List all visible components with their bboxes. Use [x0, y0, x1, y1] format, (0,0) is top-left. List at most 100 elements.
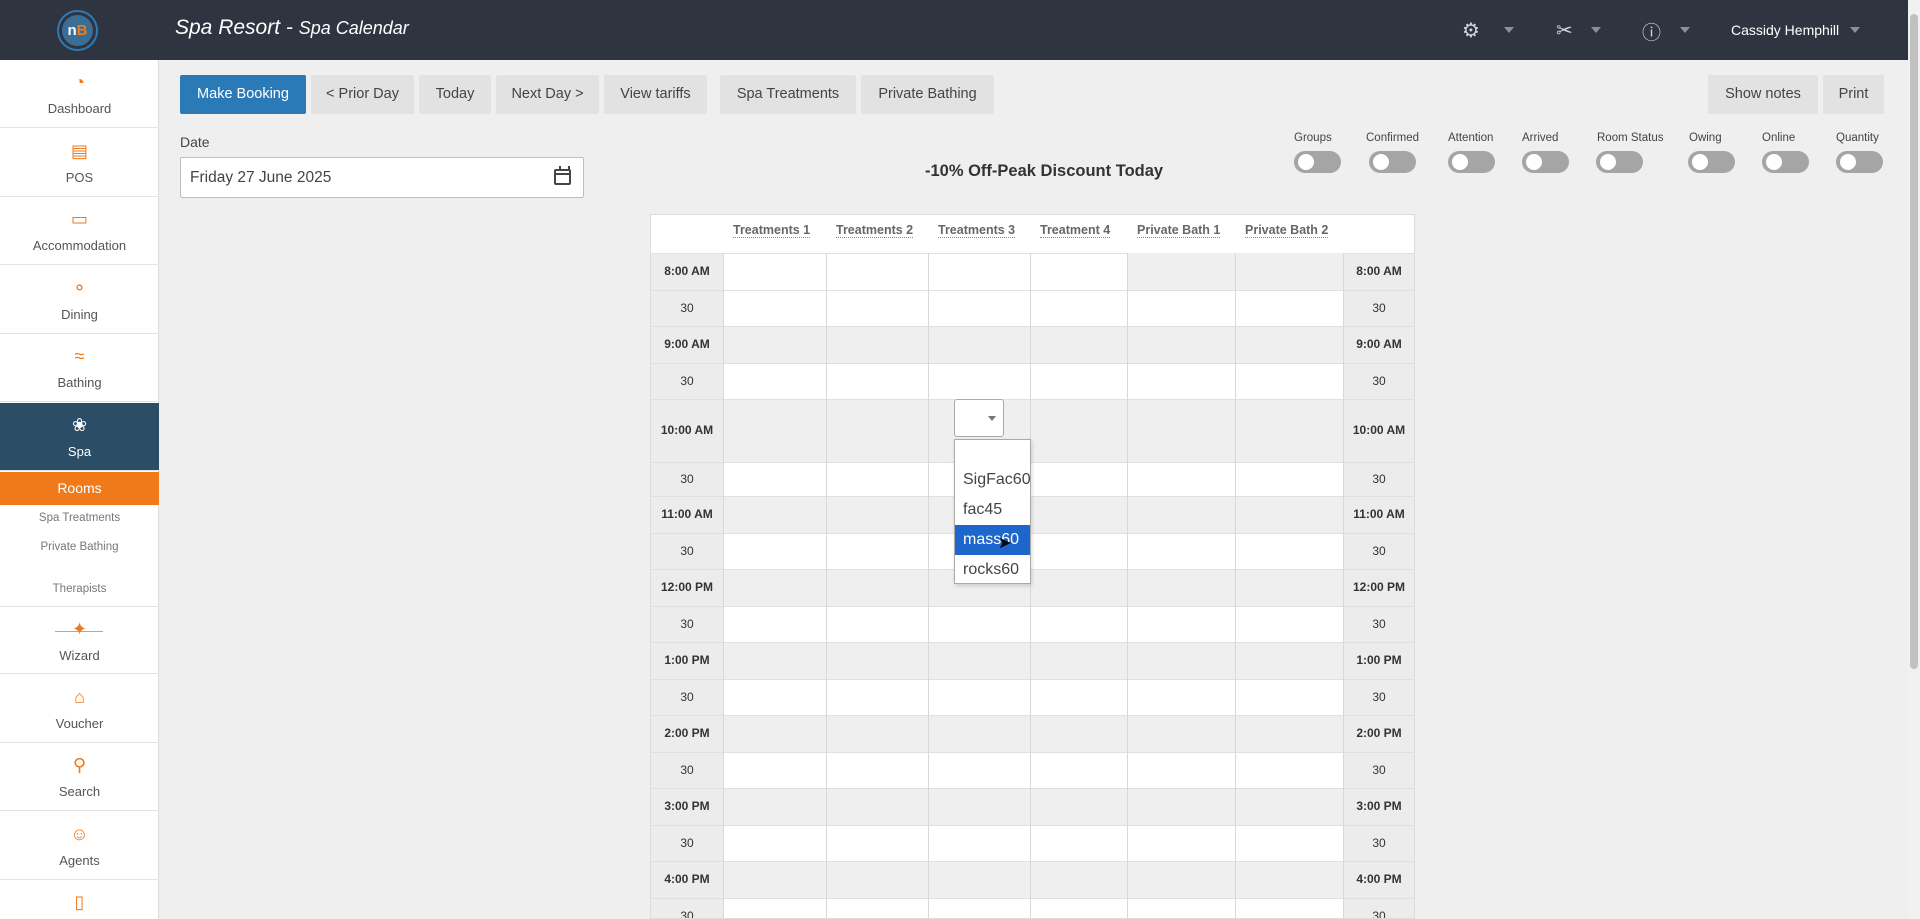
show-notes-button[interactable]: Show notes [1708, 75, 1818, 114]
calendar-row[interactable] [651, 606, 1414, 642]
sidebar-item-voucher[interactable]: ⌂ Voucher [0, 675, 159, 743]
mouse-pointer-icon: ➤ [998, 535, 1012, 552]
toggle-switch[interactable] [1762, 151, 1809, 173]
calendar-row[interactable] [651, 569, 1414, 606]
time-label: 30 [1343, 606, 1414, 642]
toggle-switch[interactable] [1688, 151, 1735, 173]
toggle-label: Owing [1689, 132, 1722, 144]
chevron-down-icon[interactable] [1591, 27, 1601, 33]
spa-treatments-button[interactable]: Spa Treatments [720, 75, 856, 114]
calendar-row[interactable] [651, 788, 1414, 825]
toggle-switch[interactable] [1369, 151, 1416, 173]
time-label: 30 [1343, 752, 1414, 788]
toggle-knob [1840, 154, 1856, 170]
sidebar-item-dining[interactable]: ⚬ Dining [0, 266, 159, 334]
column-header[interactable]: Private Bath 1 [1137, 223, 1221, 238]
grid-line [651, 399, 1414, 400]
sidebar-item-bathing[interactable]: ≈ Bathing [0, 334, 159, 402]
chevron-down-icon[interactable] [1850, 27, 1860, 33]
sidebar-item-pos[interactable]: ▤ POS [0, 129, 159, 197]
grid-line [1127, 253, 1128, 918]
calendar-row[interactable] [651, 825, 1414, 861]
calendar-row[interactable] [651, 679, 1414, 715]
treatment-select[interactable] [954, 399, 1004, 437]
dropdown-option-sigfac60[interactable]: SigFac60 [955, 465, 1031, 495]
toggle-knob [1452, 154, 1468, 170]
sidebar-subitem-therapists[interactable]: Therapists [0, 583, 159, 595]
calendar-row[interactable] [651, 326, 1414, 363]
app-logo[interactable]: nB [57, 10, 98, 51]
toggle-label: Confirmed [1366, 132, 1420, 144]
toggle-knob [1373, 154, 1389, 170]
date-field[interactable]: Friday 27 June 2025 [180, 157, 584, 198]
document-icon: ▯ [74, 892, 85, 912]
calendar-row[interactable] [651, 861, 1414, 898]
sidebar: ◔ Dashboard ▤ POS ▭ Accommodation ⚬ Dini… [0, 60, 159, 919]
calendar-row[interactable] [651, 496, 1414, 533]
grid-line [651, 606, 1414, 607]
calendar-row[interactable] [651, 399, 1414, 462]
sidebar-item-dashboard[interactable]: ◔ Dashboard [0, 60, 159, 128]
grid-line [651, 569, 1414, 570]
sidebar-item-accommodation[interactable]: ▭ Accommodation [0, 197, 159, 265]
grid-line [651, 290, 1414, 291]
calendar-row[interactable] [651, 462, 1414, 496]
column-header[interactable]: Treatments 2 [836, 223, 914, 238]
sidebar-item-search[interactable]: ⚲ Search [0, 743, 159, 811]
calendar-icon[interactable] [554, 166, 571, 185]
calendar-row[interactable] [651, 752, 1414, 788]
column-header[interactable]: Private Bath 2 [1245, 223, 1329, 238]
calendar-row[interactable] [651, 290, 1414, 326]
make-booking-button[interactable]: Make Booking [180, 75, 306, 114]
column-header[interactable]: Treatments 1 [733, 223, 811, 238]
today-button[interactable]: Today [419, 75, 491, 114]
sidebar-subitem-private-bathing[interactable]: Private Bathing [0, 541, 159, 553]
calendar-row[interactable] [651, 715, 1414, 752]
sidebar-subitem-rooms[interactable]: Rooms [0, 472, 159, 505]
view-tariffs-button[interactable]: View tariffs [604, 75, 707, 114]
toggle-knob [1600, 154, 1616, 170]
toggle-switch[interactable] [1522, 151, 1569, 173]
toggle-switch[interactable] [1294, 151, 1341, 173]
dropdown-option-mass60[interactable]: mass60 [955, 525, 1030, 555]
user-menu[interactable]: Cassidy Hemphill [1731, 22, 1839, 38]
register-icon: ▤ [70, 141, 88, 161]
grid-line [651, 462, 1414, 463]
next-day-button[interactable]: Next Day > [496, 75, 599, 114]
settings-icon[interactable]: ⚙ [1462, 18, 1480, 43]
calendar-row[interactable] [651, 363, 1414, 399]
time-label: 30 [1343, 533, 1414, 569]
help-icon[interactable]: ⓘ [1642, 18, 1661, 45]
time-label: 8:00 AM [651, 253, 723, 290]
toggle-switch[interactable] [1836, 151, 1883, 173]
sidebar-item-reports[interactable]: ▯ [0, 880, 159, 919]
time-label: 30 [651, 898, 723, 918]
private-bathing-button[interactable]: Private Bathing [861, 75, 994, 114]
sidebar-item-spa[interactable]: ❀ Spa [0, 403, 159, 471]
scrollbar-thumb[interactable] [1910, 14, 1918, 669]
column-header[interactable]: Treatment 4 [1040, 223, 1111, 238]
chevron-down-icon[interactable] [1680, 27, 1690, 33]
print-button[interactable]: Print [1823, 75, 1884, 114]
scrollbar[interactable] [1908, 0, 1920, 919]
grid-line [826, 253, 827, 918]
speedometer-icon: ◔ [74, 72, 85, 92]
calendar-row[interactable] [651, 533, 1414, 569]
tools-icon[interactable]: ✂ [1556, 18, 1573, 43]
calendar-row[interactable] [651, 642, 1414, 679]
sidebar-item-wizard[interactable]: ✦ Wizard [0, 606, 159, 674]
prior-day-button[interactable]: < Prior Day [311, 75, 414, 114]
time-label: 10:00 AM [651, 399, 723, 462]
sidebar-subitem-spa-treatments[interactable]: Spa Treatments [0, 512, 159, 524]
time-label: 30 [651, 606, 723, 642]
dropdown-option-fac45[interactable]: fac45 [955, 495, 1030, 525]
dropdown-option-rocks60[interactable]: rocks60 [955, 555, 1030, 585]
sidebar-item-agents[interactable]: ☺ Agents [0, 812, 159, 880]
chevron-down-icon[interactable] [1504, 27, 1514, 33]
toggle-switch[interactable] [1448, 151, 1495, 173]
toggle-switch[interactable] [1596, 151, 1643, 173]
calendar-row[interactable] [651, 898, 1414, 918]
time-label: 30 [1343, 825, 1414, 861]
column-header[interactable]: Treatments 3 [938, 223, 1016, 238]
time-label: 2:00 PM [1343, 715, 1414, 752]
